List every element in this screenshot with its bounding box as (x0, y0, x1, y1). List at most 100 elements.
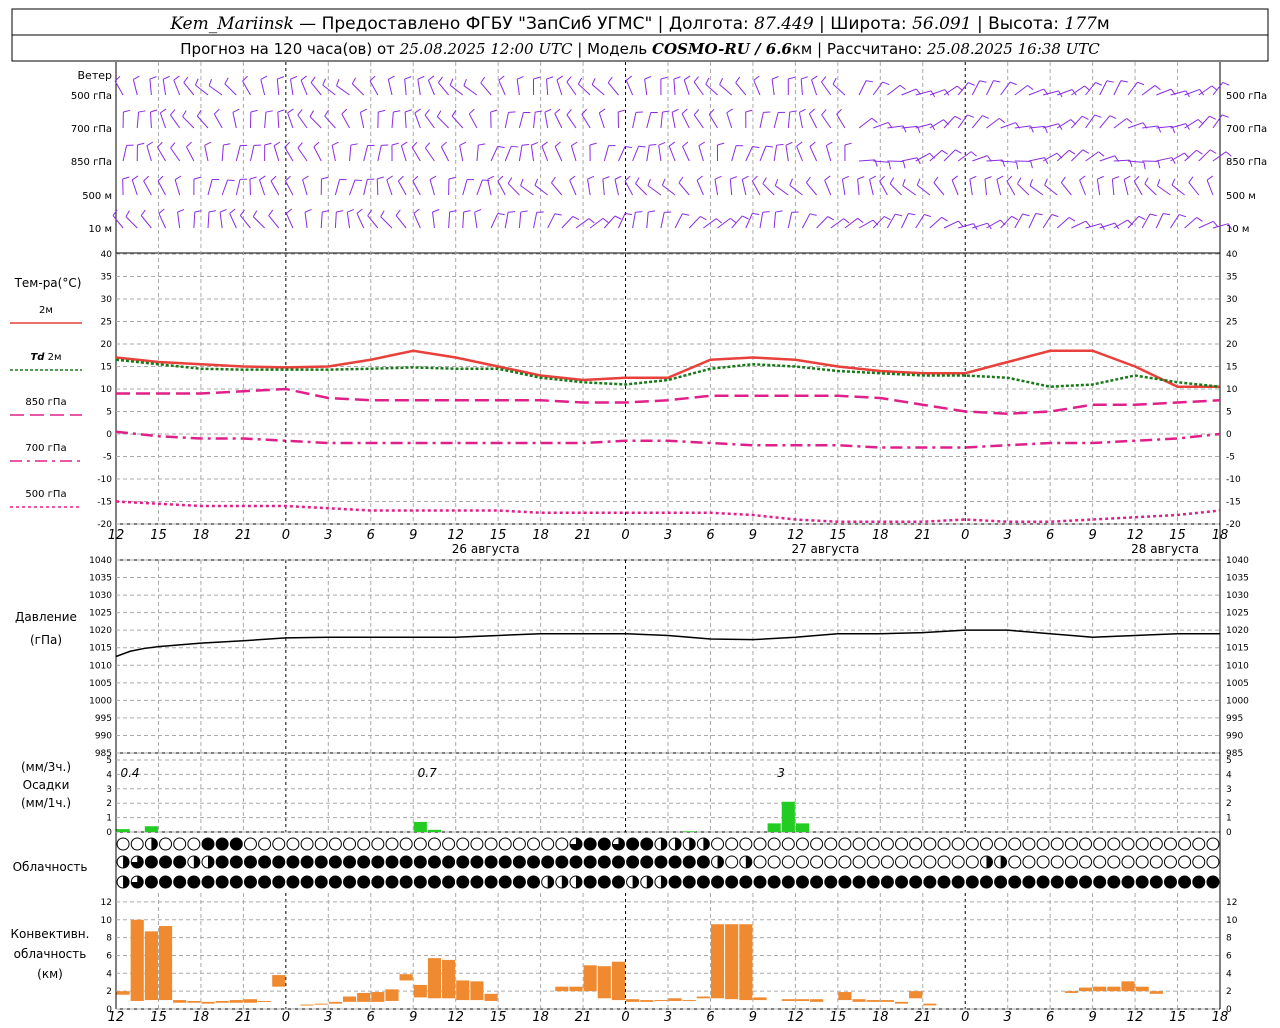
wind-barb-icon (1189, 177, 1199, 195)
cloud-cover-icon (853, 838, 865, 850)
wind-barb-staff (314, 147, 321, 161)
wind-barb-staff (557, 80, 562, 95)
convective-bar (1150, 991, 1163, 994)
wind-barb-staff (208, 212, 209, 228)
precip-ytick: 5 (106, 756, 112, 766)
wind-barb-staff (715, 179, 718, 195)
wind-barb-icon (535, 179, 548, 195)
cloud-circle (712, 838, 724, 850)
precip-ytick: 2 (106, 799, 112, 809)
wind-barb-feather (265, 143, 272, 145)
wind-barb-icon (859, 118, 877, 128)
cloud-full (499, 876, 511, 888)
cloud-circle (443, 838, 455, 850)
cloud-cover-icon (952, 838, 964, 850)
wind-barb-staff (350, 145, 351, 161)
cloud-circle (754, 838, 766, 850)
cloud-half (562, 876, 568, 888)
precip-ytick-right: 0 (1226, 828, 1232, 838)
cloud-circle (1136, 838, 1148, 850)
wind-barb-feather (993, 81, 1000, 82)
cloud-cover-icon (796, 856, 808, 868)
wind-barb-icon (298, 110, 307, 128)
wind-barb-icon (178, 209, 184, 228)
wind-barb-feather (139, 111, 146, 112)
cloud-circle (966, 856, 978, 868)
cloud-cover-panel (117, 838, 1219, 888)
cloud-cover-icon (542, 838, 554, 850)
wind-barb-staff (505, 112, 508, 128)
wind-barb-feather (821, 77, 825, 82)
wind-barb-icon (661, 77, 668, 95)
wind-barb-icon (603, 177, 610, 195)
wind-barb-staff (1043, 124, 1058, 128)
cloud-cover-icon (358, 838, 370, 850)
wind-barb-feather (1222, 115, 1229, 117)
wind-barb-feather (488, 176, 494, 179)
wind-barb-staff (645, 79, 647, 95)
convective-bar (909, 991, 922, 998)
wind-barb-feather (449, 177, 456, 179)
cloud-full (202, 838, 214, 850)
wind-barb-icon (615, 176, 621, 195)
wind-barb-icon (821, 77, 830, 95)
wind-barb-feather (809, 109, 814, 114)
wind-barb-feather (357, 209, 362, 213)
wind-barb-feather (615, 176, 621, 179)
cloud-circle (796, 856, 808, 868)
wind-barb-feather (228, 180, 235, 181)
time-tick-label-bottom: 15 (1169, 1010, 1186, 1024)
wind-barb-feather (872, 118, 878, 122)
wind-barb-feather (113, 210, 117, 216)
cloud-full (995, 876, 1007, 888)
temp-ytick: 15 (101, 363, 112, 373)
wind-barb-staff (1100, 81, 1107, 95)
wind-barb-staff (742, 179, 746, 195)
wind-barb-feather (727, 109, 733, 113)
convective-bar (145, 931, 158, 1000)
wind-barb-staff (1128, 82, 1138, 95)
precip-ytick-right: 5 (1226, 756, 1232, 766)
cloud-full (598, 856, 610, 868)
cloud-full (301, 876, 313, 888)
cloud-circle (966, 838, 978, 850)
wind-barb-feather (679, 177, 683, 183)
cloud-full (329, 876, 341, 888)
wind-barb-feather (571, 142, 577, 146)
cloud-circle (542, 838, 554, 850)
wind-barb-feather (1061, 177, 1065, 183)
cloud-full (1065, 876, 1077, 888)
cloud-cover-icon (556, 856, 568, 868)
cloud-cover-icon (867, 838, 879, 850)
wind-barb-icon (1207, 176, 1213, 195)
wind-barb-feather (1099, 152, 1104, 156)
press-ytick: 1010 (89, 661, 112, 671)
wind-barb-staff (438, 83, 448, 95)
wind-barb-staff (433, 212, 435, 228)
time-tick-label-bottom: 3 (324, 1010, 332, 1024)
cloud-cover-icon (1164, 838, 1176, 850)
wind-barb-feather (261, 76, 267, 79)
cloud-circle (244, 838, 256, 850)
cloud-cover-icon (1037, 876, 1049, 888)
wind-barb-icon (684, 76, 690, 95)
time-tick-label: 0 (621, 528, 629, 543)
cloud-circle (896, 856, 908, 868)
precip-total-label: 0.7 (418, 766, 437, 780)
cloud-cover-icon (273, 876, 285, 888)
cloud-full (556, 856, 568, 868)
wind-barb-icon (157, 142, 165, 161)
wind-barb-icon (171, 143, 180, 161)
wind-barb-icon (209, 79, 222, 95)
cloud-full (612, 876, 624, 888)
cloud-cover-icon (358, 856, 370, 868)
wind-barb-staff (418, 79, 420, 95)
wind-barb-staff (147, 146, 152, 161)
cloud-full (528, 876, 540, 888)
wind-barb-feather (742, 176, 748, 179)
wind-barb-staff (1145, 184, 1157, 195)
wind-barb-icon (437, 111, 448, 128)
meteogram-svg: Kem_Mariinsk — Предоставлено ФГБУ "ЗапСи… (0, 0, 1280, 1024)
wind-barb-icon (460, 142, 466, 161)
wind-barb-staff (1086, 224, 1101, 228)
